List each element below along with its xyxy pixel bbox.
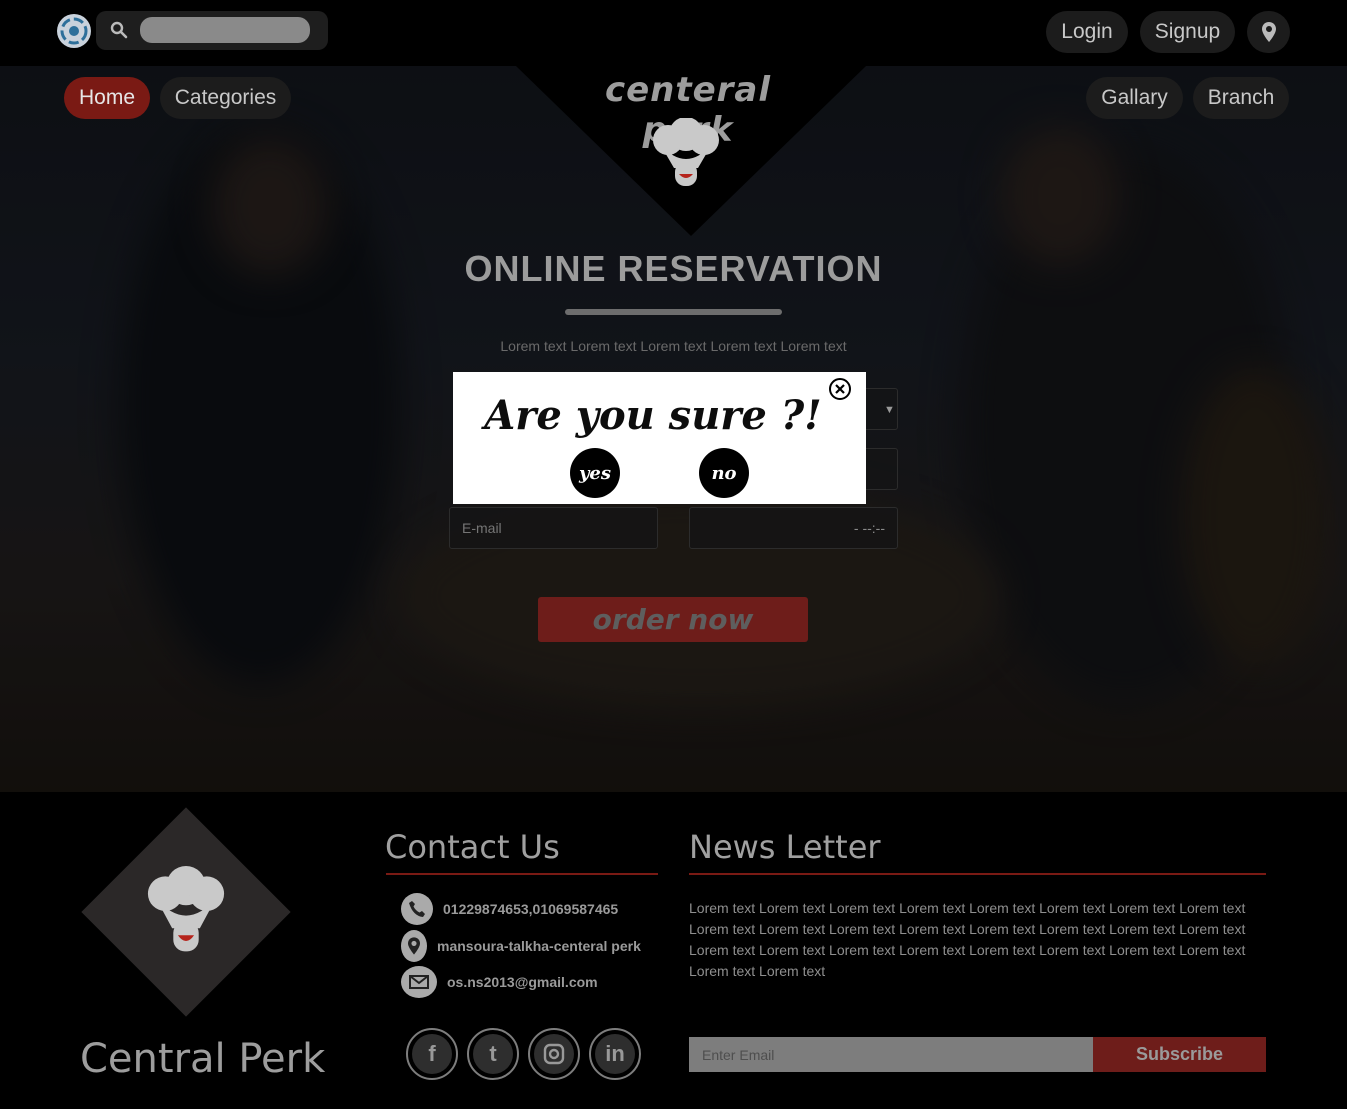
- signup-button[interactable]: Signup: [1140, 11, 1235, 53]
- newsletter-heading: News Letter: [689, 828, 881, 866]
- contact-address: mansoura-talkha-centeral perk: [401, 930, 641, 962]
- facebook-icon[interactable]: f: [406, 1028, 458, 1080]
- reservation-description: Lorem text Lorem text Lorem text Lorem t…: [500, 338, 847, 354]
- search-input[interactable]: [140, 17, 310, 43]
- address-text: mansoura-talkha-centeral perk: [437, 938, 641, 954]
- twitter-icon[interactable]: t: [467, 1028, 519, 1080]
- nav-gallary[interactable]: Gallary: [1086, 77, 1183, 119]
- location-button[interactable]: [1247, 11, 1290, 53]
- nav-home[interactable]: Home: [64, 77, 150, 119]
- instagram-icon[interactable]: [528, 1028, 580, 1080]
- dialog-title: Are you sure ?!: [484, 392, 822, 439]
- top-bar: Login Signup: [0, 0, 1347, 66]
- newsletter-email-input[interactable]: [689, 1037, 1093, 1072]
- phone-icon: [401, 893, 433, 925]
- yes-button[interactable]: yes: [570, 448, 620, 498]
- search-icon[interactable]: [110, 21, 128, 39]
- nav-branch[interactable]: Branch: [1193, 77, 1289, 119]
- search-bar: [96, 11, 328, 50]
- chevron-down-icon: ▼: [884, 404, 895, 416]
- email-text: os.ns2013@gmail.com: [447, 974, 598, 990]
- login-button[interactable]: Login: [1046, 11, 1128, 53]
- footer: Central Perk Contact Us 01229874653,0106…: [0, 792, 1347, 1109]
- app-logo-icon[interactable]: [57, 14, 91, 48]
- footer-brand-name: Central Perk: [80, 1036, 326, 1082]
- newsletter-text: Lorem text Lorem text Lorem text Lorem t…: [689, 900, 1246, 979]
- mail-icon: [401, 966, 437, 998]
- chef-hat-icon: [653, 118, 719, 186]
- reservation-title: ONLINE RESERVATION: [464, 248, 883, 289]
- location-pin-icon: [1261, 22, 1276, 42]
- contact-email: os.ns2013@gmail.com: [401, 966, 598, 998]
- order-now-button[interactable]: order now: [538, 597, 808, 642]
- subscribe-button[interactable]: Subscribe: [1093, 1037, 1266, 1072]
- confirm-dialog: Are you sure ?! yes no: [453, 372, 866, 504]
- nav-categories[interactable]: Categories: [160, 77, 291, 119]
- contact-divider: [386, 873, 658, 875]
- phone-text: 01229874653,01069587465: [443, 901, 619, 917]
- email-field[interactable]: [449, 507, 658, 549]
- no-button[interactable]: no: [699, 448, 749, 498]
- chef-hat-icon: [147, 866, 225, 952]
- location-pin-icon: [401, 930, 427, 962]
- contact-phone: 01229874653,01069587465: [401, 893, 618, 925]
- time-field[interactable]: - --:--: [689, 507, 898, 549]
- title-underline: [565, 309, 782, 315]
- contact-heading: Contact Us: [385, 828, 560, 866]
- linkedin-icon[interactable]: in: [589, 1028, 641, 1080]
- newsletter-divider: [689, 873, 1266, 875]
